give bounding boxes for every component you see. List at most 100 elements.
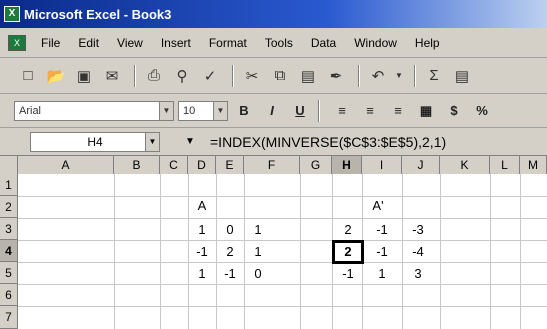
matrix-a-cell[interactable]: -1: [216, 264, 244, 284]
open-icon[interactable]: 📂: [44, 64, 68, 88]
column-header-e[interactable]: E: [216, 156, 244, 174]
matrix-a-cell[interactable]: 0: [244, 264, 272, 284]
matrix-inverse-label[interactable]: A': [364, 198, 392, 213]
bold-button[interactable]: B: [232, 100, 256, 122]
matrix-a-cell[interactable]: 0: [216, 220, 244, 240]
row-header-4[interactable]: 4: [0, 240, 18, 262]
toolbar-separator: [318, 99, 320, 122]
row-header-7[interactable]: 7: [0, 306, 18, 329]
matrix-a-cell[interactable]: -1: [188, 242, 216, 262]
matrix-inverse-cell[interactable]: 3: [404, 264, 432, 284]
copy-icon[interactable]: ⧉: [268, 64, 292, 88]
italic-button[interactable]: I: [260, 100, 284, 122]
name-box[interactable]: H4 ▼: [30, 131, 160, 152]
menu-view[interactable]: View: [108, 36, 152, 50]
toolbar-separator: [232, 64, 234, 87]
percent-icon[interactable]: %: [470, 100, 494, 122]
save-icon[interactable]: ▣: [72, 64, 96, 88]
row-header-2[interactable]: 2: [0, 196, 18, 218]
menu-help[interactable]: Help: [406, 36, 449, 50]
menu-file[interactable]: File: [32, 36, 69, 50]
menu-insert[interactable]: Insert: [152, 36, 200, 50]
gridline: [18, 196, 547, 197]
column-header-d[interactable]: D: [188, 156, 216, 174]
email-icon[interactable]: ✉: [100, 64, 124, 88]
column-header-row: A B C D E F G H I J K L M: [0, 156, 547, 174]
matrix-inverse-cell[interactable]: -3: [404, 220, 432, 240]
currency-icon[interactable]: $: [442, 100, 466, 122]
align-center-icon[interactable]: ≡: [358, 100, 382, 122]
font-select[interactable]: Arial ▼: [14, 100, 174, 121]
column-header-g[interactable]: G: [300, 156, 332, 174]
formula-input[interactable]: =INDEX(MINVERSE($C$3:$E$5),2,1): [210, 134, 446, 150]
matrix-a-cell[interactable]: 1: [244, 242, 272, 262]
menu-tools[interactable]: Tools: [256, 36, 302, 50]
matrix-inverse-cell[interactable]: -1: [368, 242, 396, 262]
font-size-select[interactable]: 10 ▼: [178, 100, 228, 121]
format-painter-icon[interactable]: ✒: [324, 64, 348, 88]
autosum-icon[interactable]: Σ: [422, 64, 446, 88]
chevron-down-icon[interactable]: ▼: [159, 101, 173, 120]
paste-icon[interactable]: ▤: [296, 64, 320, 88]
spelling-icon[interactable]: ✓: [198, 64, 222, 88]
print-preview-icon[interactable]: ⚲: [170, 64, 194, 88]
gridline: [18, 306, 547, 307]
gridline: [18, 262, 547, 263]
column-header-h[interactable]: H: [332, 156, 362, 174]
matrix-inverse-cell[interactable]: -4: [404, 242, 432, 262]
formatting-toolbar: Arial ▼ 10 ▼ B I U ≡ ≡ ≡ ▦ $ %: [0, 94, 547, 128]
row-header-3[interactable]: 3: [0, 218, 18, 240]
title-bar: X Microsoft Excel - Book3: [0, 0, 547, 28]
excel-app-icon[interactable]: X: [4, 6, 20, 22]
matrix-a-cell[interactable]: 1: [244, 220, 272, 240]
column-header-a[interactable]: A: [18, 156, 114, 174]
align-left-icon[interactable]: ≡: [330, 100, 354, 122]
new-icon[interactable]: □: [16, 64, 40, 88]
chevron-down-icon[interactable]: ▼: [170, 136, 210, 147]
undo-dropdown-icon[interactable]: ▼: [394, 64, 404, 88]
matrix-a-cell[interactable]: 2: [216, 242, 244, 262]
column-header-j[interactable]: J: [402, 156, 440, 174]
matrix-inverse-cell[interactable]: 2: [334, 242, 362, 262]
chevron-down-icon[interactable]: ▼: [213, 101, 227, 120]
toolbar-separator: [414, 64, 416, 87]
menu-data[interactable]: Data: [302, 36, 345, 50]
menu-edit[interactable]: Edit: [69, 36, 108, 50]
chevron-down-icon[interactable]: ▼: [145, 132, 159, 151]
column-header-i[interactable]: I: [362, 156, 402, 174]
column-header-m[interactable]: M: [520, 156, 547, 174]
matrix-inverse-cell[interactable]: 2: [334, 220, 362, 240]
menu-format[interactable]: Format: [200, 36, 256, 50]
row-header-5[interactable]: 5: [0, 262, 18, 284]
column-header-k[interactable]: K: [440, 156, 490, 174]
matrix-a-cell[interactable]: 1: [188, 220, 216, 240]
window-title: Microsoft Excel - Book3: [24, 6, 172, 22]
print-icon[interactable]: ⎙: [142, 64, 166, 88]
toolbar-separator: [358, 64, 360, 87]
row-header-1[interactable]: 1: [0, 174, 18, 196]
formula-bar: H4 ▼ ▼ =INDEX(MINVERSE($C$3:$E$5),2,1): [0, 128, 547, 156]
chart-icon[interactable]: ▤: [450, 64, 474, 88]
font-size-value: 10: [183, 104, 196, 117]
column-header-l[interactable]: L: [490, 156, 520, 174]
merge-center-icon[interactable]: ▦: [414, 100, 438, 122]
row-header-6[interactable]: 6: [0, 284, 18, 306]
matrix-inverse-cell[interactable]: -1: [334, 264, 362, 284]
gridline: [18, 284, 547, 285]
matrix-a-cell[interactable]: 1: [188, 264, 216, 284]
undo-icon[interactable]: ↶: [366, 64, 390, 88]
matrix-a-label[interactable]: A: [188, 198, 216, 213]
workbook-icon[interactable]: X: [8, 34, 26, 51]
underline-button[interactable]: U: [288, 100, 312, 122]
column-header-c[interactable]: C: [160, 156, 188, 174]
spreadsheet-grid[interactable]: A B C D E F G H I J K L M 1 2 3 4 5 6 7 …: [0, 156, 547, 329]
column-header-b[interactable]: B: [114, 156, 160, 174]
select-all-corner[interactable]: [0, 156, 18, 174]
column-header-f[interactable]: F: [244, 156, 300, 174]
align-right-icon[interactable]: ≡: [386, 100, 410, 122]
standard-toolbar: □ 📂 ▣ ✉ ⎙ ⚲ ✓ ✂ ⧉ ▤ ✒ ↶ ▼ Σ ▤: [0, 58, 547, 94]
matrix-inverse-cell[interactable]: -1: [368, 220, 396, 240]
menu-window[interactable]: Window: [345, 36, 406, 50]
cut-icon[interactable]: ✂: [240, 64, 264, 88]
matrix-inverse-cell[interactable]: 1: [368, 264, 396, 284]
